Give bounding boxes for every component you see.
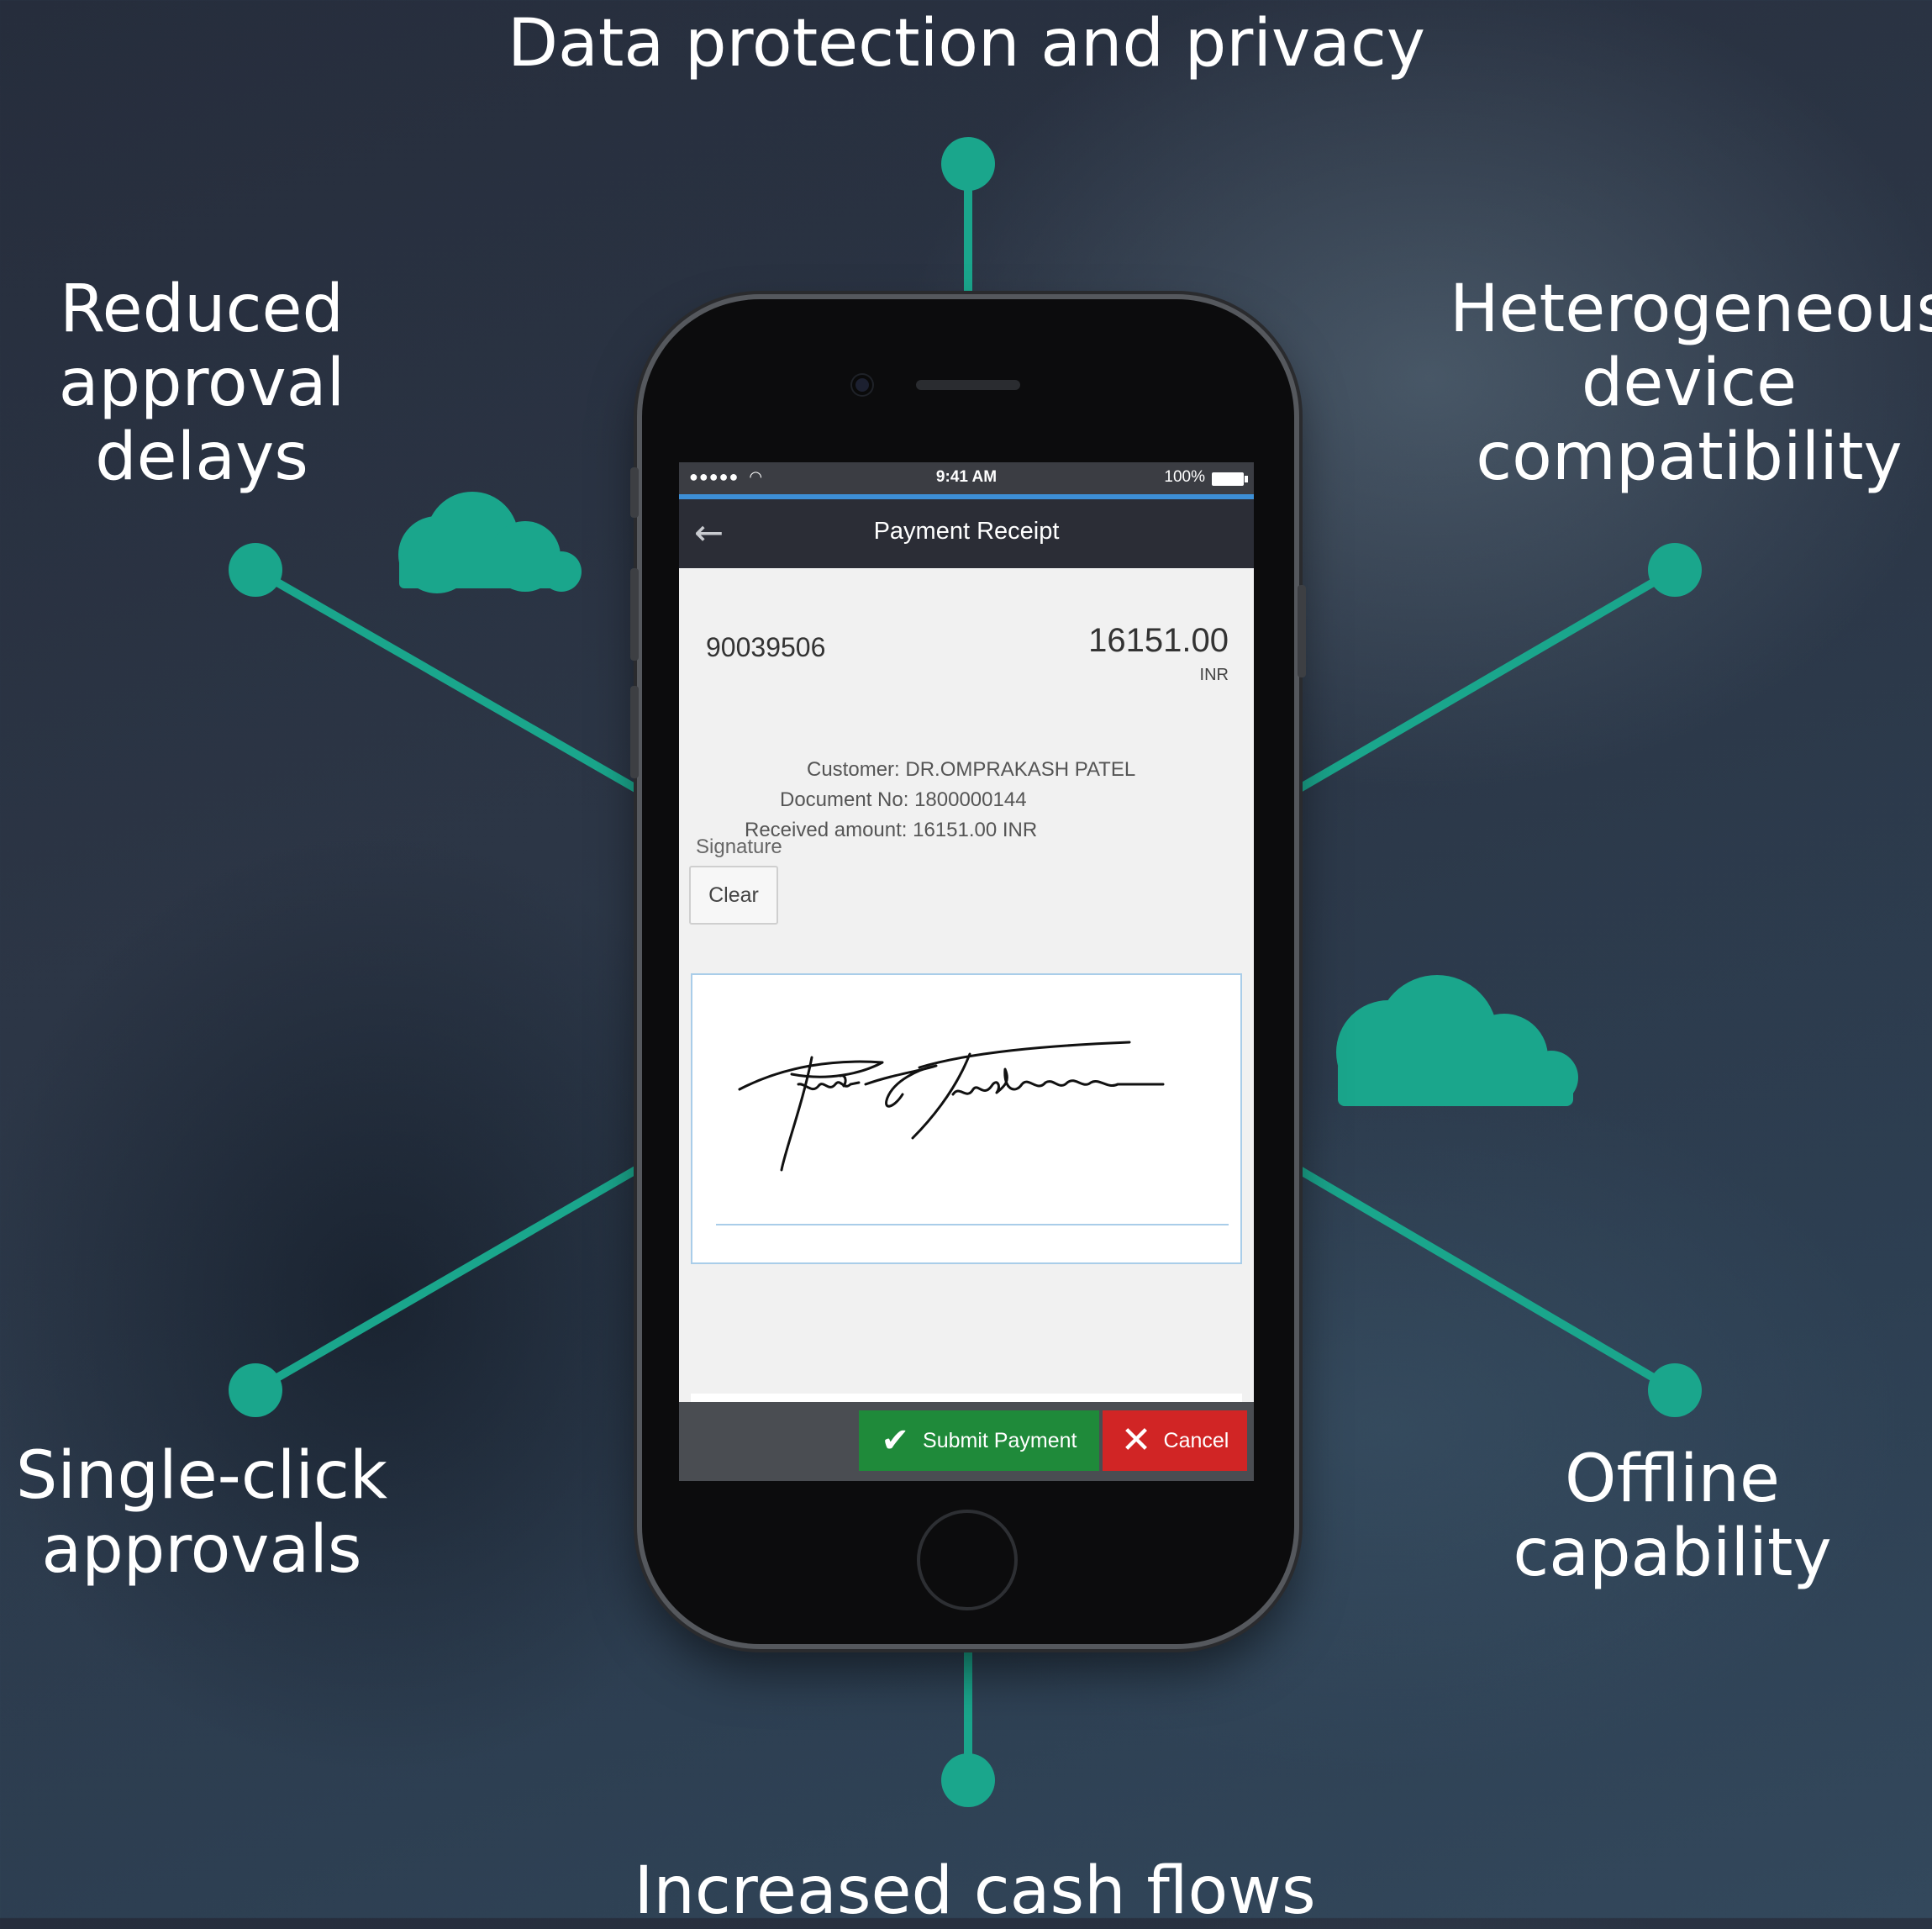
submit-payment-button[interactable]: ✔ Submit Payment [859, 1410, 1099, 1471]
customer-name: Customer: DR.OMPRAKASH PATEL [807, 758, 1136, 781]
cancel-label: Cancel [1163, 1428, 1229, 1452]
power-button [1298, 585, 1306, 677]
submit-label: Submit Payment [923, 1428, 1077, 1452]
dot-top [941, 137, 995, 191]
feature-bottom-right: Offline capability [1513, 1441, 1832, 1591]
signature-label: Signature [696, 835, 782, 858]
checkmark-icon: ✔ [881, 1422, 910, 1459]
connector-top-right [1292, 566, 1679, 794]
dot-bottom-left [229, 1363, 282, 1417]
dot-top-right [1648, 543, 1702, 597]
smartphone: ●●●●● ◠ 9:41 AM 100% ← Payment Receipt 9… [630, 299, 1306, 1644]
cancel-button[interactable]: ✕ Cancel [1103, 1410, 1247, 1471]
home-button[interactable] [917, 1510, 1018, 1610]
feature-top-right: Heterogeneous device compatibility [1450, 271, 1932, 495]
app-screen: ●●●●● ◠ 9:41 AM 100% ← Payment Receipt 9… [679, 462, 1254, 1481]
currency-code: INR [1199, 666, 1229, 684]
cloud-icon [1336, 975, 1578, 1106]
volume-down-button [630, 686, 639, 778]
feature-bottom-left: Single-click approvals [15, 1438, 388, 1588]
feature-top: Data protection and privacy [507, 6, 1426, 82]
document-number: Document No: 1800000144 [780, 788, 1027, 811]
mute-switch [630, 467, 639, 518]
document-id: 90039506 [706, 632, 826, 662]
feature-top-left: Reduced approval delays [58, 271, 345, 495]
status-bar: ●●●●● ◠ 9:41 AM 100% [679, 462, 1254, 499]
page-title: Payment Receipt [873, 518, 1060, 545]
signature-baseline [716, 1224, 1229, 1225]
content-edge [691, 1394, 1242, 1402]
close-icon: ✕ [1120, 1420, 1152, 1461]
battery-percentage: 100% [1164, 468, 1205, 486]
signature-pad[interactable] [691, 973, 1242, 1264]
connector-bottom-right [1292, 1164, 1679, 1394]
action-bar: ✔ Submit Payment ✕ Cancel [679, 1394, 1254, 1481]
volume-up-button [630, 568, 639, 661]
connector-top-left [251, 566, 643, 794]
connector-bottom-left [251, 1164, 643, 1394]
dot-bottom-right [1648, 1363, 1702, 1417]
earpiece-speaker [916, 380, 1020, 390]
cloud-icon [398, 492, 582, 593]
signature-stroke [738, 1041, 1165, 1172]
front-camera [852, 375, 872, 395]
payment-amount: 16151.00 [1088, 622, 1229, 659]
dot-bottom [941, 1753, 995, 1807]
battery-icon [1212, 472, 1248, 486]
app-header: ← Payment Receipt [679, 499, 1254, 568]
feature-bottom: Increased cash flows [634, 1853, 1316, 1929]
clear-button[interactable]: Clear [689, 866, 778, 925]
received-amount: Received amount: 16151.00 INR [745, 819, 1038, 841]
dot-top-left [229, 543, 282, 597]
